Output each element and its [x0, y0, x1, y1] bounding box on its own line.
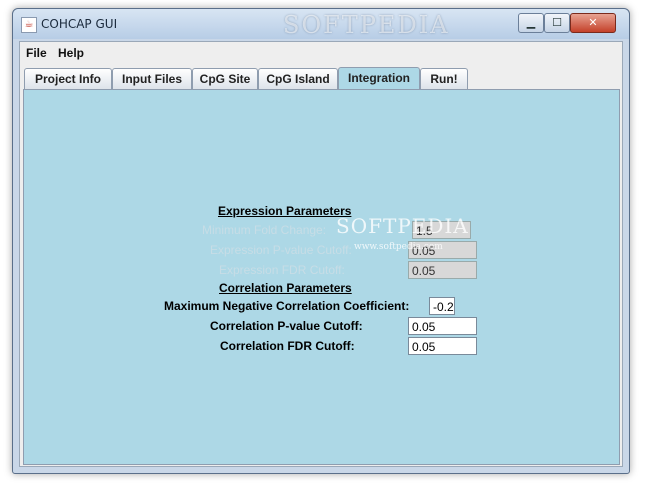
correlation-fdr-label: Correlation FDR Cutoff: — [220, 339, 355, 353]
window-title: COHCAP GUI — [41, 17, 118, 31]
tab-project-info[interactable]: Project Info — [24, 68, 112, 89]
expression-fdr-field[interactable]: 0.05 — [408, 261, 477, 279]
tab-cpg-site[interactable]: CpG Site — [192, 68, 258, 89]
tab-cpg-island[interactable]: CpG Island — [258, 68, 338, 89]
title-bar[interactable]: ☕ COHCAP GUI SOFTPEDIA ▁ ☐ ✕ — [13, 9, 629, 39]
softpedia-watermark: SOFTPEDIA — [283, 11, 450, 39]
expression-fdr-label: Expression FDR Cutoff: — [219, 263, 345, 277]
tab-run[interactable]: Run! — [420, 68, 468, 89]
max-neg-correlation-field[interactable]: -0.2 — [429, 297, 455, 315]
correlation-parameters-heading: Correlation Parameters — [219, 281, 352, 295]
client-area: File Help Project Info Input Files CpG S… — [19, 41, 623, 467]
correlation-pvalue-field[interactable]: 0.05 — [408, 317, 477, 335]
menu-bar: File Help — [20, 42, 622, 64]
integration-panel: Expression Parameters Minimum Fold Chang… — [23, 89, 620, 465]
app-window: ☕ COHCAP GUI SOFTPEDIA ▁ ☐ ✕ File Help P… — [12, 8, 630, 474]
expression-pvalue-label: Expression P-value Cutoff: — [210, 243, 352, 257]
softpedia-overlay-logo: SOFTPEDIA — [336, 214, 469, 238]
close-button[interactable]: ✕ — [570, 13, 616, 33]
java-icon: ☕ — [21, 17, 37, 33]
correlation-pvalue-label: Correlation P-value Cutoff: — [210, 319, 363, 333]
max-neg-correlation-label: Maximum Negative Correlation Coefficient… — [164, 299, 410, 313]
correlation-fdr-field[interactable]: 0.05 — [408, 337, 477, 355]
minimize-button[interactable]: ▁ — [518, 13, 544, 33]
softpedia-overlay-url: www.softpedia.com — [354, 242, 443, 252]
tab-input-files[interactable]: Input Files — [112, 68, 192, 89]
maximize-button[interactable]: ☐ — [544, 13, 570, 33]
expression-parameters-heading: Expression Parameters — [218, 204, 352, 218]
tab-integration[interactable]: Integration — [338, 67, 420, 90]
menu-file[interactable]: File — [26, 46, 47, 60]
min-fold-change-label: Minimum Fold Change: — [202, 223, 327, 237]
menu-help[interactable]: Help — [58, 46, 84, 60]
